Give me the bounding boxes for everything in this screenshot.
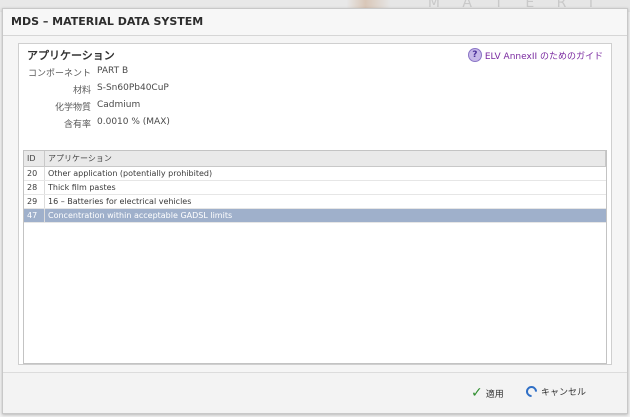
window-title: MDS – MATERIAL DATA SYSTEM: [3, 9, 627, 36]
dialog-footer: ✓ 適用 キャンセル: [3, 372, 627, 413]
field-value: Cadmium: [97, 100, 141, 110]
field-content-rate: 含有率 0.0010 % (MAX): [19, 117, 259, 130]
help-icon: ?: [467, 48, 482, 62]
field-label: コンポーネント: [27, 69, 91, 79]
apply-button[interactable]: ✓ 適用: [471, 385, 504, 401]
column-header-application[interactable]: アプリケーション: [44, 151, 606, 167]
row-application: Thick film pastes: [44, 180, 606, 195]
row-id: 20: [24, 166, 45, 181]
field-label: 材料: [72, 86, 91, 96]
row-id: 29: [24, 194, 45, 209]
column-header-id[interactable]: ID: [24, 151, 45, 167]
table-header: ID アプリケーション: [24, 151, 606, 167]
elv-guide-link[interactable]: ? ELV AnnexII のためのガイド: [467, 48, 603, 62]
field-label: 含有率: [63, 120, 91, 130]
field-substance: 化学物質 Cadmium: [19, 100, 259, 113]
table-row[interactable]: 20 Other application (potentially prohib…: [24, 166, 606, 181]
field-material: 材料 S-Sn60Pb40CuP: [19, 83, 259, 96]
row-id: 47: [24, 208, 45, 223]
field-label: 化学物質: [54, 103, 91, 113]
row-application: Concentration within acceptable GADSL li…: [44, 208, 606, 223]
dialog-window: MDS – MATERIAL DATA SYSTEM アプリケーション ? EL…: [2, 8, 628, 414]
field-value: PART B: [97, 66, 129, 76]
field-value: S-Sn60Pb40CuP: [97, 83, 169, 93]
row-application: Other application (potentially prohibite…: [44, 166, 606, 181]
checkmark-icon: ✓: [471, 385, 483, 401]
table-row[interactable]: 29 16 – Batteries for electrical vehicle…: [24, 194, 606, 209]
application-panel: アプリケーション ? ELV AnnexII のためのガイド コンポーネント P…: [18, 43, 612, 365]
cancel-button-label: キャンセル: [541, 388, 587, 398]
apply-button-label: 適用: [485, 389, 504, 400]
row-application: 16 – Batteries for electrical vehicles: [44, 194, 606, 209]
application-table: ID アプリケーション 20 Other application (potent…: [23, 150, 607, 364]
table-row[interactable]: 28 Thick film pastes: [24, 180, 606, 195]
field-component: コンポーネント PART B: [19, 66, 259, 79]
panel-title: アプリケーション: [27, 49, 115, 62]
cancel-icon: [523, 383, 540, 400]
elv-guide-link-label: ELV AnnexII のためのガイド: [484, 51, 603, 62]
field-value: 0.0010 % (MAX): [97, 117, 170, 127]
row-id: 28: [24, 180, 45, 195]
table-row-selected[interactable]: 47 Concentration within acceptable GADSL…: [24, 208, 606, 223]
cancel-button[interactable]: キャンセル: [523, 383, 587, 400]
